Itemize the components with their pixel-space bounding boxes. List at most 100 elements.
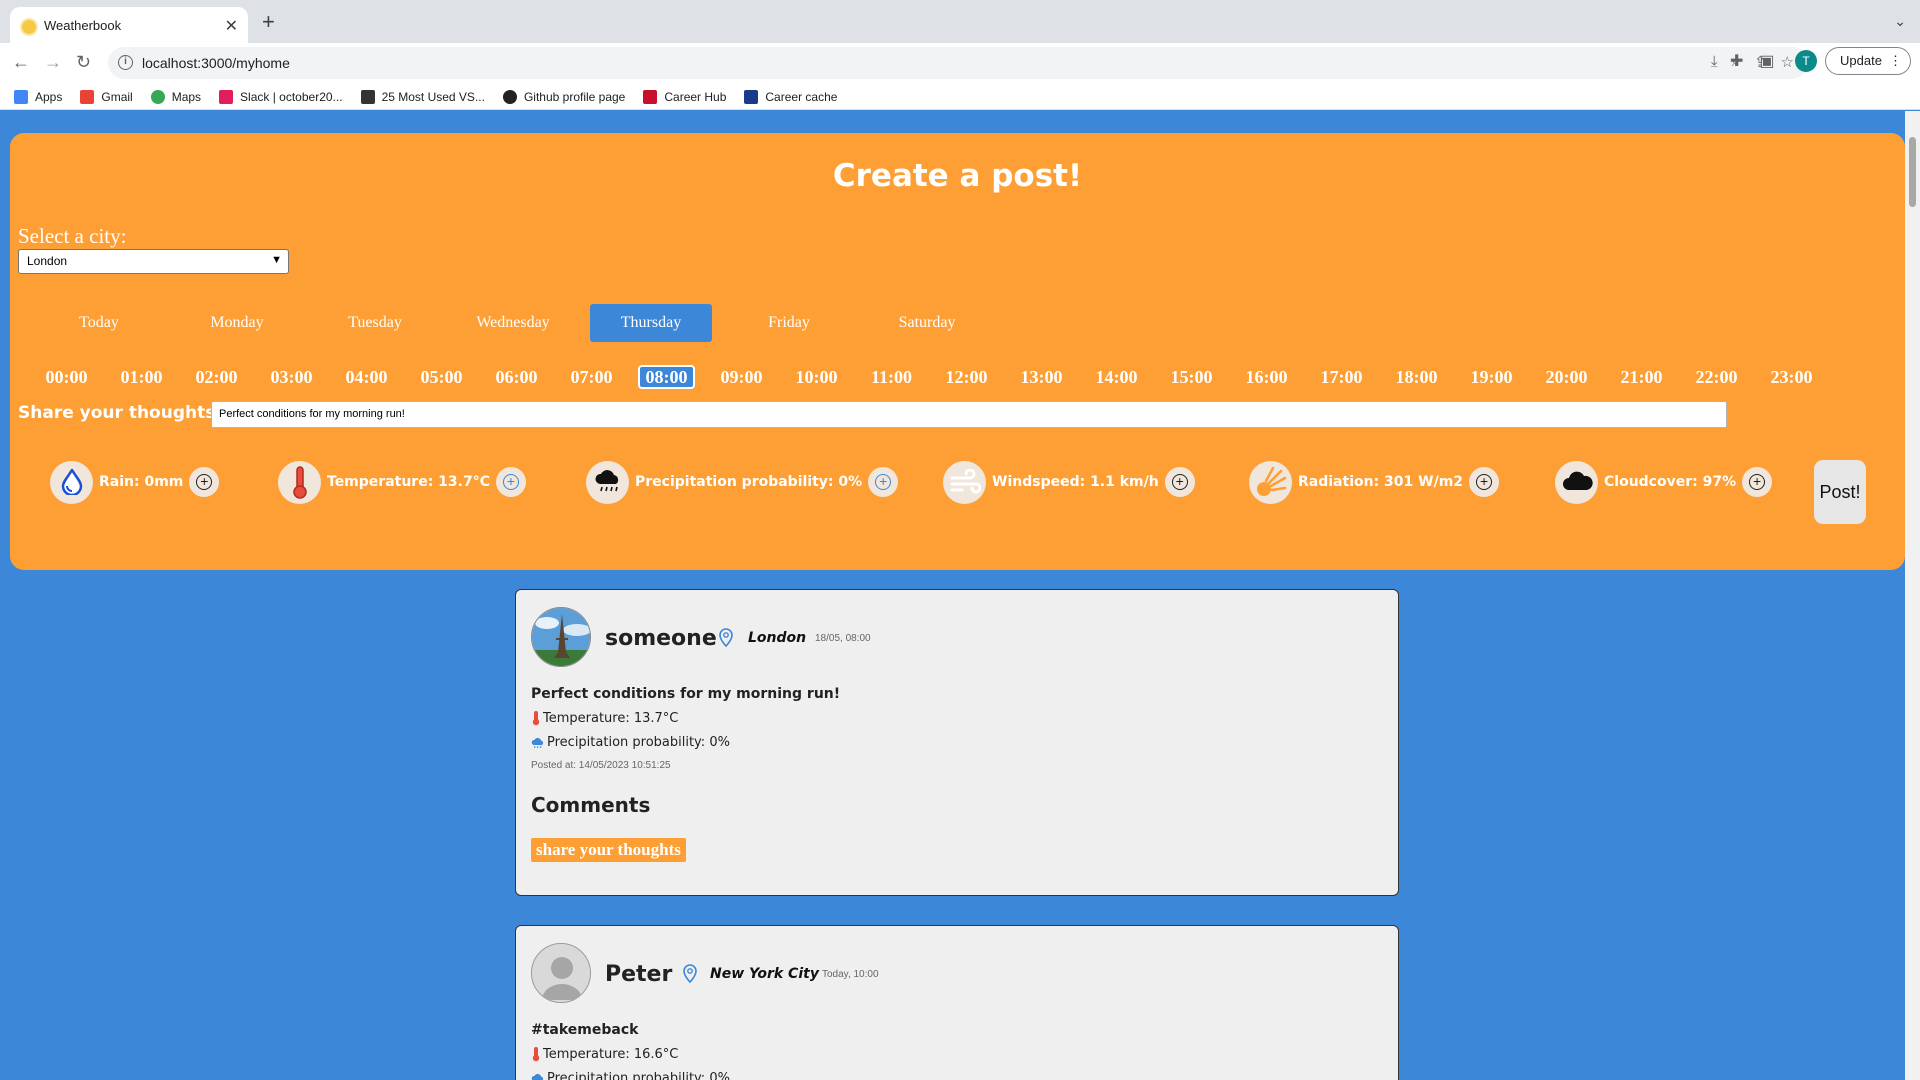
post-forecast-time: Today, 10:00 [822,969,879,980]
hour-option[interactable]: 10:00 [788,365,845,389]
metric-windspeed: Windspeed: 1.1 km/h + [943,460,1195,504]
add-temperature-button[interactable]: + [496,467,526,497]
tab-today[interactable]: Today [38,304,160,342]
metric-cloudcover: Cloudcover: 97% + [1555,460,1773,504]
url-text: localhost:3000/myhome [142,55,290,71]
sun-radiation-icon [1249,460,1292,504]
site-info-icon[interactable]: i [118,55,133,70]
extensions-icon[interactable]: ✚ [1730,51,1743,71]
hour-option[interactable]: 11:00 [863,365,920,389]
add-rain-button[interactable]: + [189,467,220,497]
tab-wednesday[interactable]: Wednesday [452,304,574,342]
hour-option[interactable]: 06:00 [488,365,545,389]
chevron-down-icon: ▼ [271,254,282,266]
city-select[interactable]: London ▼ [18,249,289,274]
tab-friday[interactable]: Friday [728,304,850,342]
tab-saturday[interactable]: Saturday [866,304,988,342]
hour-option[interactable]: 03:00 [263,365,320,389]
bookmark-label: Career Hub [664,89,727,104]
eiffel-tower-photo-icon [532,608,590,666]
tab-thursday[interactable]: Thursday [590,304,712,342]
hour-option[interactable]: 18:00 [1388,365,1445,389]
page-scrollbar[interactable] [1905,111,1920,1080]
hour-option[interactable]: 08:00 [638,365,695,389]
tab-monday[interactable]: Monday [176,304,298,342]
vs-icon [360,89,375,104]
post-card: Peter New York City Today, 10:00 #takeme… [515,925,1399,1080]
post-temperature-text: Temperature: 13.7°C [543,710,679,726]
back-icon[interactable]: ← [12,52,30,73]
reload-icon[interactable]: ↻ [76,52,91,73]
post-timestamp: Posted at: 14/05/2023 10:51:25 [531,760,671,771]
address-bar[interactable]: i localhost:3000/myhome ⤓ ⌕ ⇪ ☆ [108,47,1808,79]
location-pin-icon [682,964,698,989]
bookmark-slack[interactable]: Slack | october20... [219,89,343,104]
post-temperature: Temperature: 16.6°C [531,1046,678,1062]
hour-option[interactable]: 21:00 [1613,365,1670,389]
hour-option[interactable]: 05:00 [413,365,470,389]
hour-option[interactable]: 15:00 [1163,365,1220,389]
hour-option[interactable]: 14:00 [1088,365,1145,389]
hour-option[interactable]: 19:00 [1463,365,1520,389]
new-tab-icon[interactable]: + [262,11,275,33]
weather-favicon-icon [22,20,36,34]
add-precipitation-button[interactable]: + [868,467,899,497]
hour-option[interactable]: 23:00 [1763,365,1820,389]
bookmark-star-icon[interactable]: ☆ [1781,53,1794,71]
add-radiation-button[interactable]: + [1469,467,1500,497]
bookmark-gmail[interactable]: Gmail [80,89,133,104]
hour-option[interactable]: 04:00 [338,365,395,389]
bookmark-github[interactable]: Github profile page [502,89,626,104]
hour-option[interactable]: 09:00 [713,365,770,389]
bookmark-career-cache[interactable]: Career cache [744,89,838,104]
hour-option[interactable]: 12:00 [938,365,995,389]
browser-toolbar: ← → ↻ i localhost:3000/myhome ⤓ ⌕ ⇪ ☆ [0,43,1920,84]
bookmark-label: Career cache [765,89,838,104]
thoughts-input[interactable]: Perfect conditions for my morning run! [211,401,1727,428]
hour-option[interactable]: 22:00 [1688,365,1745,389]
plus-circle-icon: + [503,474,519,490]
bookmark-apps[interactable]: Apps [14,89,62,104]
side-panel-icon[interactable]: ▣ [1759,51,1774,71]
tab-title: Weatherbook [44,18,122,33]
raindrop-icon [50,460,93,504]
avatar[interactable] [531,607,591,667]
avatar[interactable] [531,943,591,1003]
post-text: #takemeback [531,1022,639,1038]
bookmark-maps[interactable]: Maps [150,89,201,104]
metric-label: Temperature: 13.7°C [327,474,490,490]
metric-label: Windspeed: 1.1 km/h [992,474,1159,490]
hour-option[interactable]: 07:00 [563,365,620,389]
update-button[interactable]: Update ⋮ [1825,47,1911,75]
bookmark-label: Slack | october20... [240,89,343,104]
hour-option[interactable]: 17:00 [1313,365,1370,389]
hour-option[interactable]: 16:00 [1238,365,1295,389]
city-select-value: London [27,254,68,268]
bookmark-vs[interactable]: 25 Most Used VS... [360,89,485,104]
bookmark-label: Github profile page [523,89,626,104]
maps-pin-icon [150,89,165,104]
metric-precipitation: Precipitation probability: 0% + [586,460,899,504]
hour-option[interactable]: 01:00 [113,365,170,389]
post-username[interactable]: Peter [605,962,672,987]
location-pin-icon [718,628,734,653]
add-cloudcover-button[interactable]: + [1742,467,1773,497]
hour-option[interactable]: 02:00 [188,365,245,389]
scroll-thumb[interactable] [1909,137,1916,207]
bookmark-career-hub[interactable]: Career Hub [643,89,727,104]
tab-tuesday[interactable]: Tuesday [314,304,436,342]
post-username[interactable]: someone [605,626,717,651]
post-temperature: Temperature: 13.7°C [531,710,678,726]
comments-heading: Comments [531,793,651,817]
close-tab-icon[interactable]: ✕ [225,16,238,36]
add-windspeed-button[interactable]: + [1164,467,1195,497]
tab-search-icon[interactable]: ⌄ [1894,13,1906,30]
hour-option[interactable]: 20:00 [1538,365,1595,389]
install-icon[interactable]: ⤓ [1711,53,1718,71]
profile-avatar[interactable]: T [1795,50,1817,72]
post-button[interactable]: Post! [1814,460,1866,524]
hour-option[interactable]: 13:00 [1013,365,1070,389]
share-thoughts-button[interactable]: share your thoughts [531,838,686,862]
forward-icon[interactable]: → [44,52,62,73]
hour-option[interactable]: 00:00 [38,365,95,389]
